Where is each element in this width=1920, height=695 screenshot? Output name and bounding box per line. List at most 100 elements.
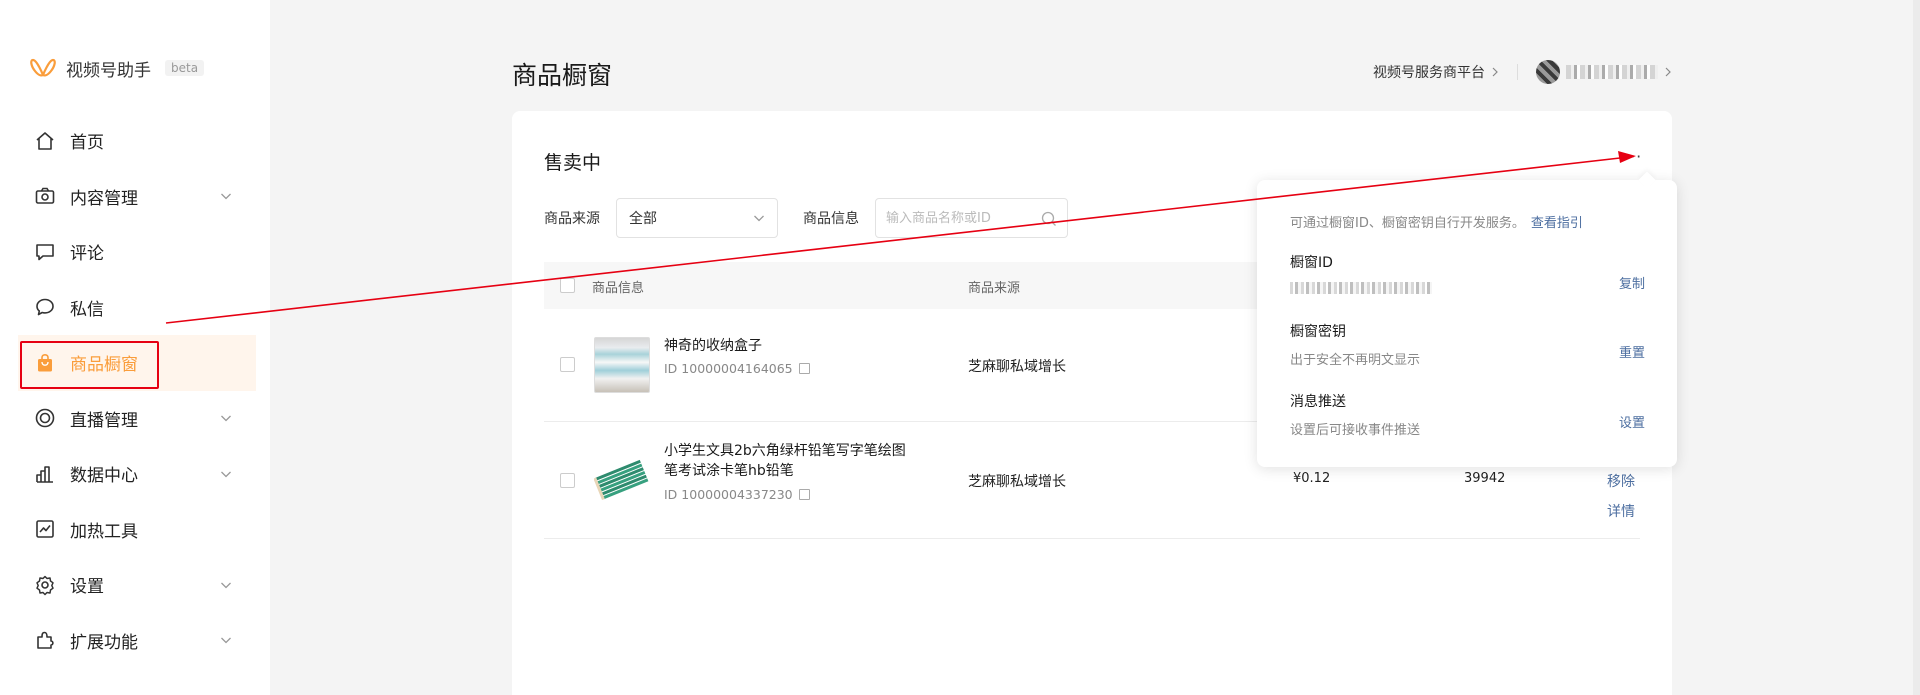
sidebar-item-label: 内容管理 [70,188,138,209]
source-filter-label: 商品来源 [544,211,600,227]
divider [1517,64,1518,80]
copy-icon[interactable] [798,489,810,500]
account-menu[interactable] [1536,60,1672,84]
gear-icon [34,574,56,596]
sidebar-item-label: 首页 [70,133,104,154]
channels-logo-icon [30,58,56,77]
showcase-key-hint: 出于安全不再明文显示 [1290,353,1421,368]
sidebar-item-data[interactable]: 数据中心 [18,446,256,502]
chevron-down-icon [221,637,231,644]
chevron-right-icon [1492,67,1498,77]
product-stock: 39942 [1464,471,1506,486]
product-source: 芝麻聊私域增长 [968,474,1066,490]
product-search-input[interactable] [876,199,1067,237]
app-name: 视频号助手 [66,60,151,81]
product-thumbnail [594,337,650,393]
section-title: 售卖中 [544,152,602,174]
sidebar-item-label: 数据中心 [70,466,138,487]
sidebar-item-messages[interactable]: 私信 [18,280,256,336]
row-checkbox[interactable] [560,473,575,488]
chevron-down-icon [221,415,231,422]
showcase-settings-popover: 可通过橱窗ID、橱窗密钥自行开发服务。 查看指引 橱窗ID 复制 橱窗密钥 出于安… [1257,180,1677,467]
header-actions: 视频号服务商平台 [1373,60,1672,84]
product-id-text: ID 10000004337230 [664,487,793,502]
sidebar-item-label: 加热工具 [70,521,138,542]
sidebar-item-extensions[interactable]: 扩展功能 [18,613,256,669]
source-select[interactable]: 全部 [616,198,778,238]
home-icon [34,130,56,152]
puzzle-icon [34,629,56,651]
copy-icon[interactable] [798,363,810,374]
message-push-section: 消息推送 设置后可接收事件推送 设置 [1290,391,1645,438]
sidebar-item-live[interactable]: 直播管理 [18,391,256,447]
product-price: ¥0.12 [1293,471,1331,486]
product-id-text: ID 10000004164065 [664,361,793,376]
product-thumbnail [594,459,649,500]
page-title: 商品橱窗 [512,61,613,90]
row-checkbox[interactable] [560,357,575,372]
column-header-info: 商品信息 [592,281,645,296]
masked-id [1290,281,1432,294]
sidebar-item-label: 设置 [70,577,104,598]
sidebar-item-comments[interactable]: 评论 [18,224,256,280]
showcase-key-title: 橱窗密钥 [1290,324,1346,340]
remove-link[interactable]: 移除 [1607,471,1635,491]
service-platform-label: 视频号服务商平台 [1373,65,1485,81]
sidebar-item-label: 直播管理 [70,410,138,431]
filter-bar: 商品来源 全部 商品信息 [544,198,1068,238]
product-source: 芝麻聊私域增长 [968,359,1066,375]
search-icon[interactable] [1041,211,1057,227]
product-id: ID 10000004337230 [664,487,810,502]
info-filter-label: 商品信息 [803,211,859,227]
showcase-id-value [1290,280,1645,295]
sidebar-item-content[interactable]: 内容管理 [18,169,256,225]
sidebar-item-label: 扩展功能 [70,632,138,653]
select-all-checkbox[interactable] [560,278,575,293]
message-push-settings-button[interactable]: 设置 [1619,412,1645,431]
more-options-button[interactable]: ··· [1624,147,1642,166]
popover-description: 可通过橱窗ID、橱窗密钥自行开发服务。 查看指引 [1290,212,1583,231]
chevron-down-icon [221,582,231,589]
sidebar-item-settings[interactable]: 设置 [18,557,256,613]
message-push-hint: 设置后可接收事件推送 [1290,423,1421,438]
account-name-masked [1566,65,1658,79]
brand[interactable]: 视频号助手 beta [30,55,205,81]
source-select-value: 全部 [629,211,657,227]
sidebar-item-home[interactable]: 首页 [18,113,256,169]
message-push-title: 消息推送 [1290,394,1346,410]
showcase-id-section: 橱窗ID 复制 [1290,252,1645,295]
product-search [875,198,1068,238]
copy-id-button[interactable]: 复制 [1619,273,1645,292]
product-id: ID 10000004164065 [664,361,810,376]
scrollbar[interactable] [1913,0,1920,695]
sidebar-item-label: 商品橱窗 [70,355,138,376]
chevron-down-icon [221,471,231,478]
camera-icon [34,185,56,207]
sidebar-item-label: 评论 [70,244,104,265]
sidebar-item-promotion[interactable]: 加热工具 [18,502,256,558]
service-platform-link[interactable]: 视频号服务商平台 [1373,62,1499,82]
shopping-bag-icon [34,352,56,374]
column-header-source: 商品来源 [968,281,1021,296]
chevron-down-icon [754,215,764,222]
product-name: 神奇的收纳盒子 [664,338,762,354]
popover-description-text: 可通过橱窗ID、橱窗密钥自行开发服务。 [1290,216,1525,231]
sidebar-item-label: 私信 [70,299,104,320]
product-name: 小学生文具2b六角绿杆铅笔写字笔绘图笔考试涂卡笔hb铅笔 [664,443,906,479]
sidebar-nav: 首页 内容管理 评论 私信 商品橱窗 直播管理 数据中心 加热工具 设置 扩展功… [18,113,256,668]
trend-icon [34,518,56,540]
live-icon [34,407,56,429]
showcase-key-section: 橱窗密钥 出于安全不再明文显示 重置 [1290,321,1645,368]
sidebar-item-product-showcase[interactable]: 商品橱窗 [18,335,256,391]
comment-icon [34,241,56,263]
chevron-right-icon [1665,67,1671,77]
reset-key-button[interactable]: 重置 [1619,342,1645,361]
avatar [1536,60,1560,84]
sidebar: 视频号助手 beta 首页 内容管理 评论 私信 商品橱窗 直播管理 数据中心 … [0,0,270,695]
beta-badge: beta [165,60,205,76]
chevron-down-icon [221,193,231,200]
showcase-id-title: 橱窗ID [1290,255,1333,271]
detail-link[interactable]: 详情 [1607,501,1635,521]
message-icon [34,296,56,318]
view-guide-link[interactable]: 查看指引 [1531,216,1583,231]
